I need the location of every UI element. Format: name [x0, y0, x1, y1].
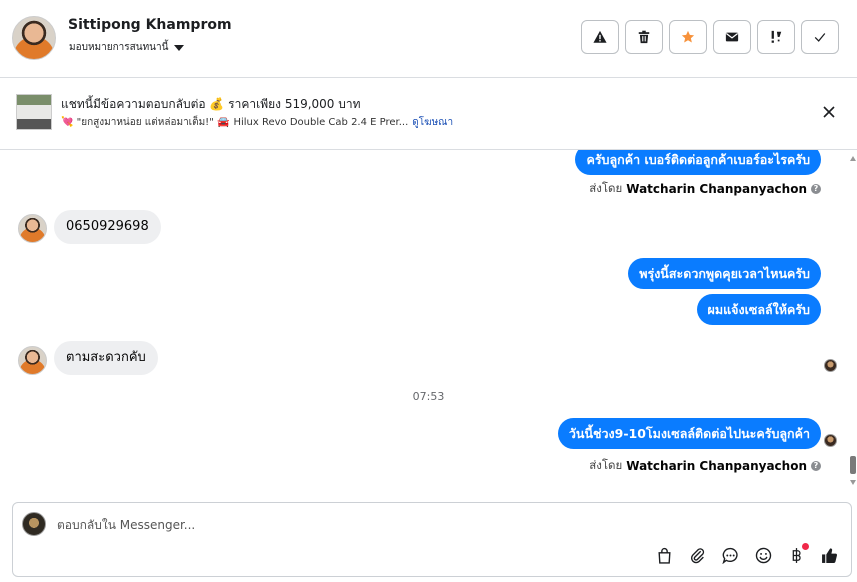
scroll-up-arrow[interactable] — [850, 156, 856, 161]
header-actions — [581, 20, 839, 54]
trash-icon — [638, 30, 650, 44]
close-icon[interactable] — [821, 104, 837, 120]
baht-icon — [792, 548, 801, 563]
banner-subtitle: 💘 "ยกสูงมาหน่อย แต่หล่อมาเต็ม!" 🚘 Hilux … — [61, 115, 453, 130]
ad-product: Hilux Revo Double Cab 2.4 E Prer... — [233, 117, 409, 128]
mark-done-button[interactable] — [801, 20, 839, 54]
contact-avatar-small — [18, 214, 47, 243]
payment-button[interactable] — [787, 543, 809, 565]
shop-button[interactable] — [655, 546, 674, 565]
timestamp: 07:53 — [412, 390, 445, 403]
message-thread: ครับลูกค้า เบอร์ติดต่อลูกค้าเบอร์อะไรครั… — [0, 150, 857, 495]
star-button[interactable] — [669, 20, 707, 54]
view-ad-link[interactable]: ดูโฆษณา — [412, 115, 453, 130]
attach-button[interactable] — [688, 546, 707, 565]
scrollbar[interactable] — [849, 150, 857, 495]
message-bubble-outgoing[interactable]: ผมแจ้งเซลล์ให้ครับ — [696, 294, 821, 325]
ad-reply-banner: แชทนี้มีข้อความตอบกลับต่อ 💰 ราคาเพียง 51… — [0, 78, 857, 150]
reply-input[interactable] — [57, 516, 657, 534]
banner-title: แชทนี้มีข้อความตอบกลับต่อ 💰 ราคาเพียง 51… — [61, 97, 361, 111]
check-icon — [814, 33, 826, 42]
sent-by-prefix: ส่งโดย — [589, 181, 623, 195]
emoji-icon — [755, 547, 772, 564]
follow-up-button[interactable] — [757, 20, 795, 54]
emoji-button[interactable] — [754, 546, 773, 565]
thumbs-up-icon — [822, 548, 837, 563]
spam-button[interactable] — [581, 20, 619, 54]
assign-label: มอบหมายการสนทนานี้ — [69, 42, 169, 53]
help-icon[interactable]: ? — [811, 184, 821, 194]
composer-toolbar — [655, 543, 839, 565]
message-bubble-incoming[interactable]: 0650929698 — [54, 210, 161, 244]
caret-down-icon — [174, 44, 185, 51]
mail-icon — [725, 32, 739, 42]
star-icon — [681, 30, 695, 43]
contact-name[interactable]: Sittipong Khamprom — [68, 17, 232, 33]
sent-by-label: ส่งโดย Watcharin Chanpanyachon ? — [589, 457, 821, 475]
important-icon — [771, 30, 782, 43]
scroll-down-arrow[interactable] — [850, 480, 856, 485]
ad-thumbnail[interactable] — [16, 94, 52, 130]
contact-avatar-small — [18, 346, 47, 375]
scrollbar-thumb[interactable] — [850, 456, 856, 474]
saved-replies-button[interactable] — [721, 546, 740, 565]
help-icon[interactable]: ? — [811, 461, 821, 471]
sent-by-prefix: ส่งโดย — [589, 458, 623, 472]
read-receipt-avatar — [824, 359, 837, 372]
sender-name: Watcharin Chanpanyachon — [626, 459, 807, 473]
message-bubble-incoming[interactable]: ตามสะดวกคับ — [54, 341, 158, 375]
bag-icon — [658, 547, 671, 564]
mark-unread-button[interactable] — [713, 20, 751, 54]
message-bubble-outgoing[interactable]: พรุ่งนี้สะดวกพูดคุยเวลาไหนครับ — [628, 258, 821, 289]
ad-caption: 💘 "ยกสูงมาหน่อย แต่หล่อมาเต็ม!" 🚘 — [61, 117, 230, 128]
contact-avatar[interactable] — [12, 16, 56, 60]
message-bubble-outgoing[interactable]: ครับลูกค้า เบอร์ติดต่อลูกค้าเบอร์อะไรครั… — [575, 150, 821, 175]
page-avatar — [22, 512, 46, 536]
notification-dot — [802, 543, 809, 550]
reply-composer — [12, 502, 852, 577]
attach-icon — [690, 548, 705, 564]
conversation-header: Sittipong Khamprom มอบหมายการสนทนานี้ — [0, 0, 857, 78]
warning-icon — [593, 30, 607, 43]
sender-name: Watcharin Chanpanyachon — [626, 182, 807, 196]
like-button[interactable] — [820, 546, 839, 565]
message-bubble-outgoing[interactable]: วันนี้ช่วง9-10โมงเซลล์ติดต่อไปนะครับลูกค… — [557, 418, 821, 449]
delete-button[interactable] — [625, 20, 663, 54]
sent-by-label: ส่งโดย Watcharin Chanpanyachon ? — [589, 180, 821, 198]
sender-avatar-tiny — [824, 434, 837, 447]
assign-conversation-dropdown[interactable]: มอบหมายการสนทนานี้ — [69, 40, 185, 55]
chat-icon — [722, 547, 738, 564]
